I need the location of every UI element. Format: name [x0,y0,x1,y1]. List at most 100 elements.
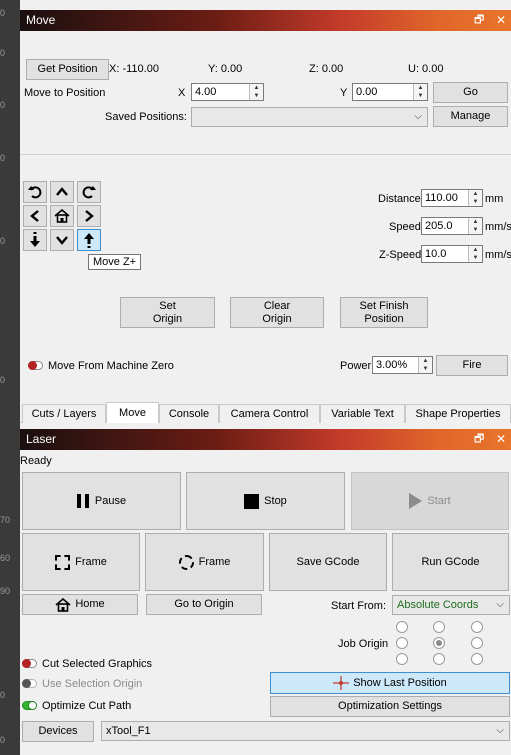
stop-label: Stop [264,494,287,507]
z-speed-value: 10.0 [425,248,447,260]
restore-icon[interactable]: 🗗 [474,10,484,31]
job-origin-center[interactable] [433,637,445,649]
devices-button[interactable]: Devices [22,721,94,742]
frame-rect-label: Frame [75,555,107,568]
stop-icon [244,493,260,509]
jog-left-icon[interactable] [23,205,47,227]
distance-field[interactable]: 110.00 ▲ ▼ [421,189,483,207]
chevron-down-icon: ⌵ [414,111,422,122]
save-gcode-button[interactable]: Save GCode [269,533,387,591]
set-finish-position-button[interactable]: Set Finish Position [340,297,428,328]
job-origin-bottom-left[interactable] [396,653,408,665]
jog-down-icon[interactable] [50,229,74,251]
power-value: 3.00% [376,359,408,371]
tab-variable-text[interactable]: Variable Text [320,404,405,423]
job-origin-top-center[interactable] [433,621,445,633]
rotate-ccw-icon[interactable] [23,181,47,203]
saved-positions-label: Saved Positions: [105,111,187,123]
job-origin-middle-left[interactable] [396,637,408,649]
top-ruler [20,0,511,10]
ruler-tick: 0 [0,735,6,745]
laser-panel: Ready Pause Stop Start Frame Frame Save … [20,450,511,755]
tab-console[interactable]: Console [159,404,219,423]
get-position-button[interactable]: Get Position [26,59,109,80]
spin-arrows-icon[interactable]: ▲ ▼ [468,218,482,234]
tab-shape-properties[interactable]: Shape Properties [405,404,511,423]
set-origin-button[interactable]: Set Origin [120,297,215,328]
job-origin-middle-right[interactable] [471,637,483,649]
jog-up-icon[interactable] [50,181,74,203]
go-button[interactable]: Go [433,82,508,103]
speed-unit: mm/s [485,221,511,233]
clear-origin-button[interactable]: Clear Origin [230,297,324,328]
pause-button[interactable]: Pause [22,472,181,530]
tab-cuts-layers[interactable]: Cuts / Layers [22,404,106,423]
toggle-knob [22,679,31,688]
power-field[interactable]: 3.00% ▲ ▼ [372,356,433,374]
close-icon[interactable]: ✕ [496,429,506,450]
start-button[interactable]: Start [351,472,509,530]
speed-field[interactable]: 205.0 ▲ ▼ [421,217,483,235]
job-origin-bottom-right[interactable] [471,653,483,665]
chevron-down-icon: ⌵ [496,725,504,736]
move-from-zero-toggle[interactable] [28,361,43,370]
cut-selected-toggle[interactable] [22,659,37,668]
laser-status: Ready [20,455,52,467]
z-speed-field[interactable]: 10.0 ▲ ▼ [421,245,483,263]
frame-circle-button[interactable]: Frame [145,533,264,591]
start-from-dropdown[interactable]: Absolute Coords ⌵ [392,595,510,615]
divider [20,154,511,155]
jog-right-icon[interactable] [77,205,101,227]
stop-button[interactable]: Stop [186,472,345,530]
manage-button[interactable]: Manage [433,106,508,127]
laser-panel-titlebar[interactable]: Laser 🗗 ✕ [20,429,511,450]
show-last-position-label: Show Last Position [353,676,447,689]
x-readout: X: -110.00 [109,63,159,75]
spin-arrows-icon[interactable]: ▲ ▼ [413,84,427,100]
tab-move[interactable]: Move [106,402,159,423]
distance-label: Distance [378,193,421,205]
left-ruler: 0 0 0 0 0 0 70 60 90 0 0 [0,0,20,755]
job-origin-top-left[interactable] [396,621,408,633]
spin-arrows-icon[interactable]: ▲ ▼ [468,246,482,262]
move-z-down-icon[interactable] [23,229,47,251]
use-selection-origin-toggle[interactable] [22,679,37,688]
home-icon[interactable] [50,205,74,227]
move-z-up-icon[interactable] [77,229,101,251]
move-panel-title: Move [26,13,56,27]
go-to-origin-button[interactable]: Go to Origin [146,594,262,615]
device-dropdown[interactable]: xTool_F1 ⌵ [101,721,510,741]
chevron-down-icon: ⌵ [496,599,504,610]
ruler-tick: 0 [0,690,6,700]
run-gcode-button[interactable]: Run GCode [392,533,509,591]
toggle-knob [22,659,31,668]
start-label: Start [427,494,451,507]
move-panel: Get Position X: -110.00 Y: 0.00 Z: 0.00 … [20,31,511,404]
x-position-field[interactable]: 4.00 ▲ ▼ [191,83,264,101]
x-position-value: 4.00 [195,86,217,98]
ruler-tick: 0 [0,8,6,18]
optimize-cut-label: Optimize Cut Path [42,700,132,712]
spin-arrows-icon[interactable]: ▲ ▼ [418,357,432,373]
y-position-field[interactable]: 0.00 ▲ ▼ [352,83,428,101]
rotate-cw-icon[interactable] [77,181,101,203]
fire-button[interactable]: Fire [436,355,508,376]
close-icon[interactable]: ✕ [496,10,506,31]
home-button[interactable]: Home [22,594,138,615]
tab-camera-control[interactable]: Camera Control [219,404,320,423]
restore-icon[interactable]: 🗗 [474,429,484,450]
frame-rect-button[interactable]: Frame [22,533,140,591]
saved-positions-dropdown[interactable]: ⌵ [191,107,428,127]
show-last-position-button[interactable]: Show Last Position [270,672,510,694]
ruler-tick: 0 [0,375,6,385]
x-label: X [178,87,186,99]
move-panel-titlebar[interactable]: Move 🗗 ✕ [20,10,511,31]
ruler-tick: 0 [0,48,6,58]
job-origin-top-right[interactable] [471,621,483,633]
spin-arrows-icon[interactable]: ▲ ▼ [249,84,263,100]
optimize-cut-toggle[interactable] [22,701,37,710]
spin-arrows-icon[interactable]: ▲ ▼ [468,190,482,206]
home-label: Home [75,598,105,610]
optimization-settings-button[interactable]: Optimization Settings [270,696,510,717]
job-origin-bottom-center[interactable] [433,653,445,665]
